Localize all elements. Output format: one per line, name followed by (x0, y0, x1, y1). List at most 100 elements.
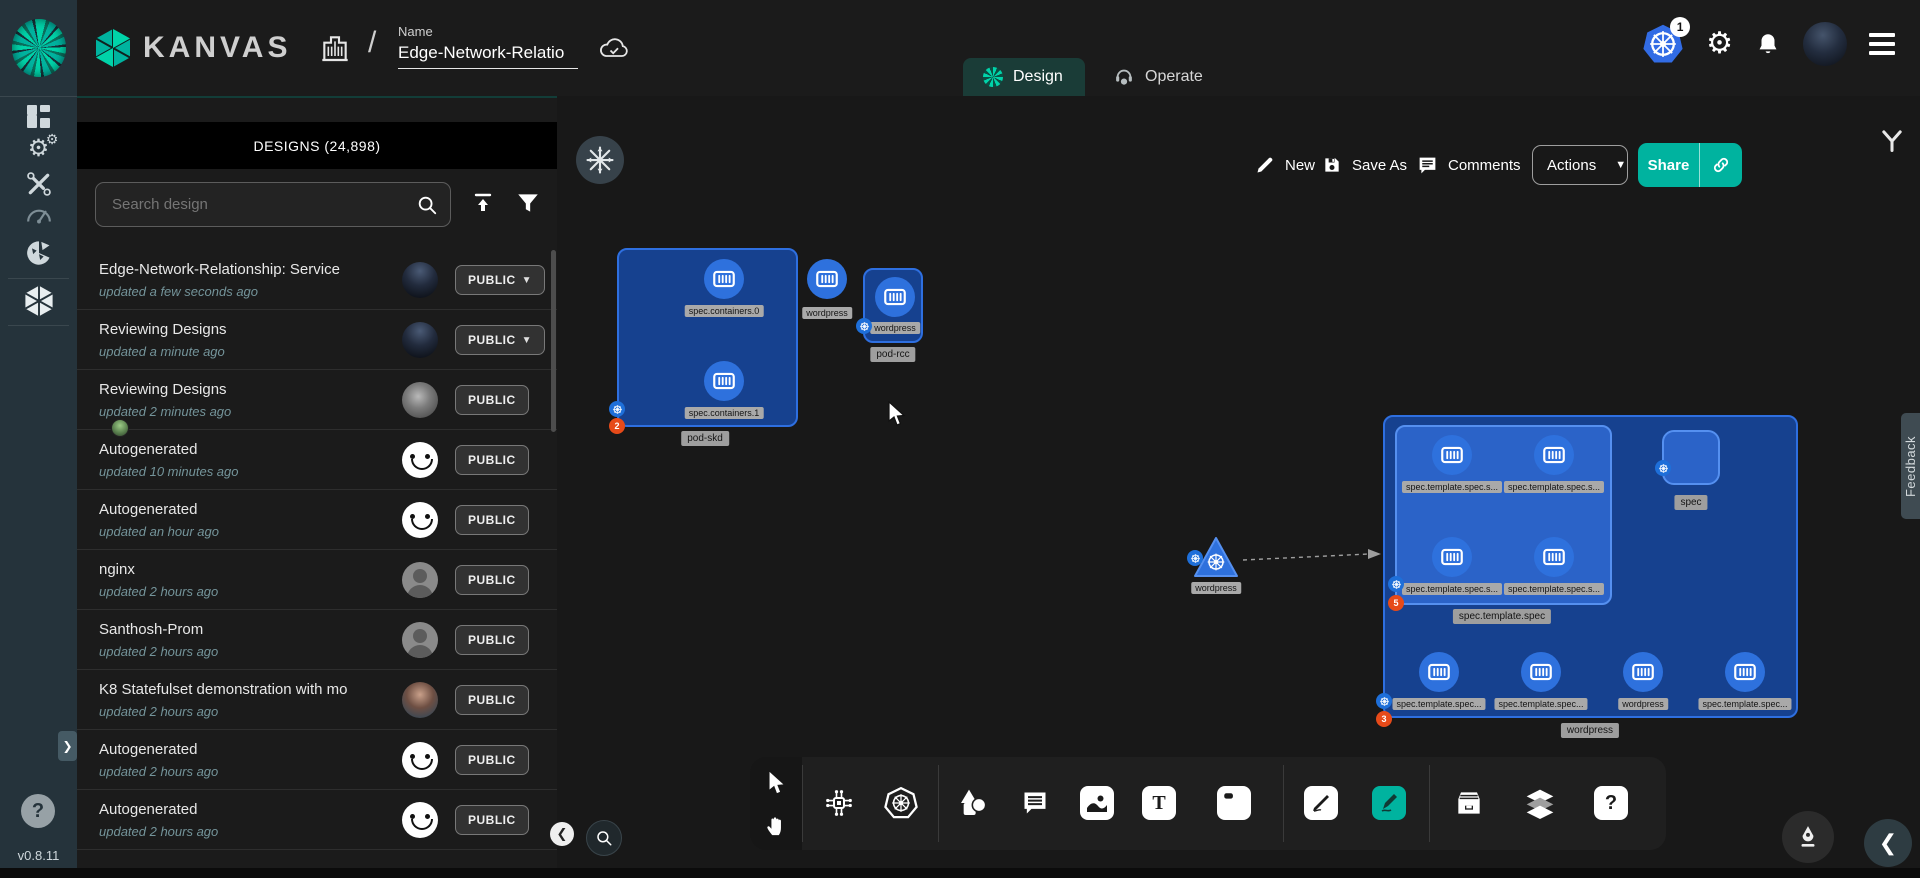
freehand-draw-tool[interactable] (1370, 784, 1408, 822)
design-list-item[interactable]: Autogenerated updated 10 minutes ago PUB… (77, 430, 557, 490)
design-list-item[interactable]: Autogenerated updated 2 hours ago PUBLIC (77, 790, 557, 850)
container-node[interactable] (704, 259, 744, 299)
container-node[interactable] (704, 361, 744, 401)
whiteboard-pen-button[interactable] (1782, 811, 1834, 863)
expand-panel-chevron[interactable]: ❯ (58, 731, 77, 761)
nav-dashboard-icon[interactable] (0, 105, 77, 128)
menu-hamburger-icon[interactable] (1869, 33, 1895, 55)
tab-operate[interactable]: Operate (1093, 58, 1223, 96)
actions-button[interactable]: Actions ▼ (1532, 145, 1628, 185)
select-tool[interactable] (757, 764, 795, 802)
visibility-select[interactable]: PUBLIC▼ (455, 265, 545, 295)
visibility-badge[interactable]: PUBLIC (455, 745, 529, 775)
container-node[interactable] (1419, 652, 1459, 692)
visibility-badge[interactable]: PUBLIC (455, 685, 529, 715)
container-node[interactable] (1521, 652, 1561, 692)
design-logo-button[interactable] (576, 136, 624, 184)
visibility-badge[interactable]: PUBLIC (455, 385, 529, 415)
feedback-tab[interactable]: Feedback (1901, 413, 1920, 519)
import-design-icon[interactable] (471, 190, 495, 216)
container-node[interactable] (807, 259, 847, 299)
container-node[interactable] (1534, 537, 1574, 577)
kubernetes-context-switcher[interactable]: 1 (1642, 23, 1684, 65)
visibility-badge[interactable]: PUBLIC (455, 625, 529, 655)
design-search[interactable] (95, 182, 451, 227)
tab-design[interactable]: Design (963, 58, 1085, 96)
spec-node[interactable] (1662, 430, 1720, 485)
search-input[interactable] (96, 196, 416, 213)
new-design-button[interactable]: New (1255, 143, 1315, 187)
search-icon[interactable] (416, 194, 438, 216)
image-tool[interactable] (1078, 784, 1116, 822)
collapse-panel-chevron[interactable]: ❮ (550, 822, 574, 846)
design-name-value[interactable]: Edge-Network-Relatio (398, 43, 578, 69)
components-tool[interactable] (820, 784, 858, 822)
design-title: Reviewing Designs (99, 321, 227, 338)
design-canvas[interactable]: New Save As Comments Actions ▼ Share (557, 96, 1920, 878)
version-branch-icon[interactable] (1878, 126, 1906, 154)
nav-configuration-icon[interactable] (0, 171, 77, 197)
design-list-item[interactable]: Edge-Network-Relationship: Service updat… (77, 250, 557, 310)
archive-tool[interactable] (1450, 784, 1488, 822)
container-node[interactable] (1623, 652, 1663, 692)
visibility-badge[interactable]: PUBLIC (455, 505, 529, 535)
kanvas-logo[interactable]: KANVAS (95, 28, 291, 68)
nav-lifecycle-icon[interactable]: ⚙⚙ (0, 137, 77, 161)
design-list-item[interactable]: Santhosh-Prom updated 2 hours ago PUBLIC (77, 610, 557, 670)
settings-gear-icon[interactable]: ⚙ (1706, 29, 1733, 59)
layers-tool[interactable] (1521, 784, 1559, 822)
nav-kanvas-icon[interactable] (0, 285, 77, 317)
filter-icon[interactable] (515, 190, 541, 216)
user-avatar[interactable] (1803, 22, 1847, 66)
wordpress-service-node[interactable] (1193, 536, 1239, 583)
shapes-tool[interactable] (954, 784, 992, 822)
actions-dropdown-caret[interactable]: ▼ (1606, 159, 1635, 171)
design-list-item[interactable]: nginx updated 2 hours ago PUBLIC (77, 550, 557, 610)
kubernetes-tool[interactable] (882, 784, 920, 822)
owner-avatar (402, 682, 438, 718)
nav-performance-icon[interactable] (0, 204, 77, 226)
container-node[interactable] (875, 277, 915, 317)
share-button[interactable]: Share (1638, 143, 1742, 187)
nav-extensions-icon[interactable] (0, 239, 77, 267)
design-name-field[interactable]: Name Edge-Network-Relatio (398, 24, 578, 69)
error-badge[interactable]: 2 (609, 418, 625, 434)
text-tool[interactable]: T (1140, 784, 1178, 822)
pen-tool[interactable] (1302, 784, 1340, 822)
save-as-button[interactable]: Save As (1322, 143, 1407, 187)
pod-rcc-group[interactable]: wordpress (863, 268, 923, 343)
error-badge[interactable]: 3 (1376, 711, 1392, 727)
layer5-logo[interactable] (0, 0, 77, 96)
annotation-tool[interactable] (1016, 784, 1054, 822)
note-tool[interactable] (1215, 784, 1253, 822)
list-scrollbar[interactable] (551, 250, 556, 432)
visibility-badge[interactable]: PUBLIC (455, 445, 529, 475)
container-label: spec.template.spec.s... (1402, 583, 1502, 595)
visibility-badge[interactable]: PUBLIC (455, 805, 529, 835)
visibility-select[interactable]: PUBLIC▼ (455, 325, 545, 355)
container-node[interactable] (1534, 435, 1574, 475)
help-button[interactable]: ? (21, 794, 55, 828)
container-node[interactable] (1432, 537, 1472, 577)
design-list-item[interactable]: Reviewing Designs updated 2 minutes ago … (77, 370, 557, 430)
notifications-bell-icon[interactable] (1755, 30, 1781, 58)
collapse-right-chevron[interactable]: ❮ (1864, 819, 1912, 867)
design-list-item[interactable]: Autogenerated updated an hour ago PUBLIC (77, 490, 557, 550)
organization-icon[interactable] (318, 32, 352, 64)
container-node[interactable] (1432, 435, 1472, 475)
spec-template-spec-group[interactable]: spec.template.spec.s... spec.template.sp… (1395, 425, 1612, 605)
design-list-item[interactable]: Reviewing Designs updated a minute ago P… (77, 310, 557, 370)
container-node[interactable] (1725, 652, 1765, 692)
design-list-item[interactable]: K8 Statefulset demonstration with mo upd… (77, 670, 557, 730)
edge-connector[interactable] (1241, 544, 1383, 566)
error-badge[interactable]: 5 (1388, 595, 1404, 611)
design-list-item[interactable]: Autogenerated updated 2 hours ago PUBLIC (77, 730, 557, 790)
pan-tool[interactable] (757, 807, 795, 845)
dock-help-tool[interactable]: ? (1592, 784, 1630, 822)
copy-link-icon[interactable] (1700, 155, 1742, 175)
zoom-button[interactable] (586, 820, 622, 856)
comments-button[interactable]: Comments (1417, 143, 1521, 187)
visibility-badge[interactable]: PUBLIC (455, 565, 529, 595)
wordpress-deployment-group[interactable]: spec.template.spec.s... spec.template.sp… (1383, 415, 1798, 718)
pod-skd-group[interactable]: spec.containers.0 wordpress spec.contain… (617, 248, 798, 427)
